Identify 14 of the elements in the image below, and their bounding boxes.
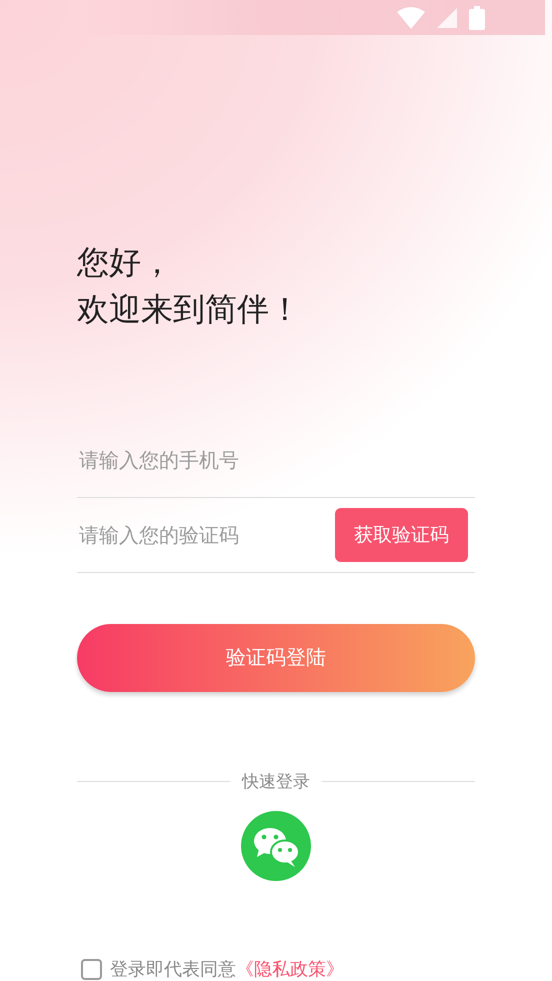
signal-icon <box>437 8 457 28</box>
quick-login-label: 快速登录 <box>242 771 310 793</box>
get-code-button[interactable]: 获取验证码 <box>335 508 468 562</box>
greeting-text: 您好， <box>77 242 174 284</box>
agreement-checkbox[interactable] <box>81 958 102 980</box>
privacy-policy-link[interactable]: 《隐私政策》 <box>236 957 344 981</box>
login-button[interactable]: 验证码登陆 <box>77 624 475 692</box>
wifi-icon <box>397 6 425 28</box>
agreement-text: 登录即代表同意 <box>110 958 236 981</box>
battery-icon <box>469 6 485 30</box>
code-input-field[interactable]: 请输入您的验证码 <box>77 522 335 547</box>
chat-bubbles-icon[interactable] <box>241 811 311 881</box>
greeting-text: 欢迎来到简伴！ <box>77 289 302 330</box>
phone-input-field[interactable]: 请输入您的手机号 <box>77 448 475 472</box>
